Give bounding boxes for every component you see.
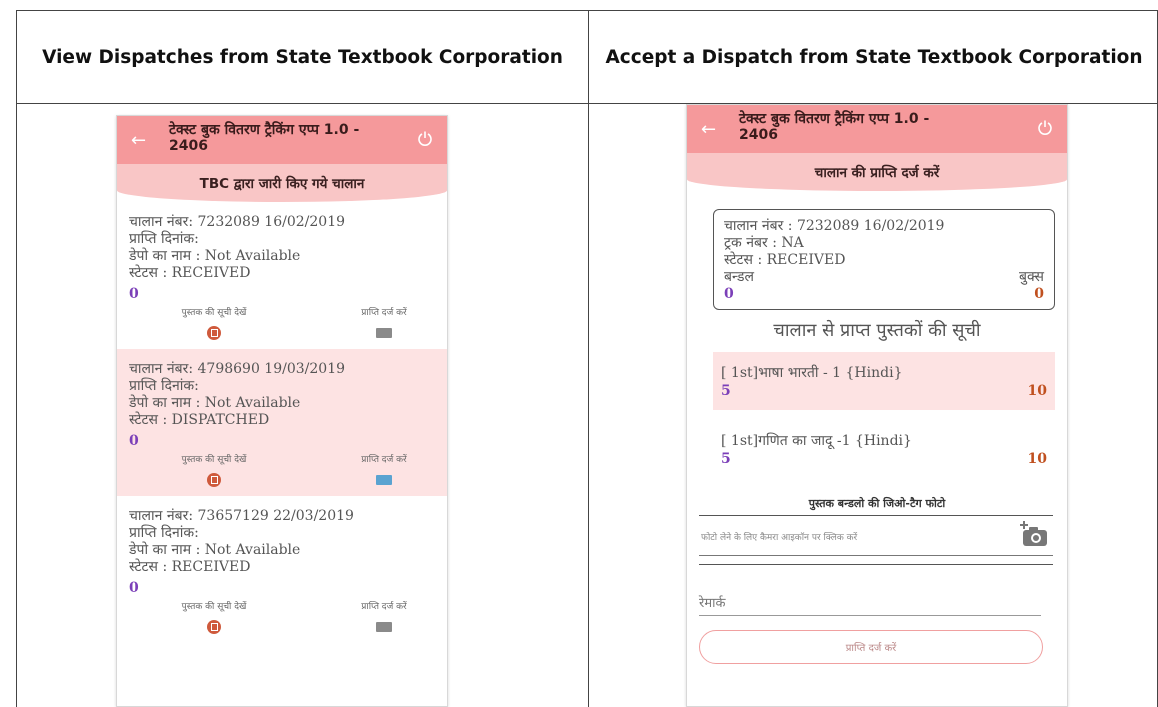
challan-number: चालान नंबर: 7232089 16/02/2019 (129, 214, 346, 230)
record-receipt-button[interactable]: प्राप्ति दर्ज करें (339, 599, 429, 639)
right-column-header: Accept a Dispatch from State Textbook Co… (605, 46, 1143, 68)
depot-name: डेपो का नाम : Not Available (129, 395, 301, 411)
challan-summary: चालान नंबर : 7232089 16/02/2019 ट्रक नंब… (713, 209, 1055, 310)
count: 0 (129, 433, 139, 449)
power-icon[interactable] (417, 130, 433, 146)
back-arrow-icon[interactable]: ← (131, 130, 146, 151)
book-bundle-count: 5 (721, 383, 731, 399)
receipt-date: प्राप्ति दिनांक: (129, 525, 199, 541)
count: 0 (129, 580, 139, 596)
view-list-icon (207, 473, 221, 487)
screen-subtitle: चालान की प्राप्ति दर्ज करें (687, 153, 1067, 191)
app-title: टेक्स्ट बुक वितरण ट्रैकिंग एप्प 1.0 - 24… (739, 111, 930, 143)
truck-icon (376, 328, 392, 338)
challan-number: चालान नंबर: 73657129 22/03/2019 (129, 508, 354, 524)
dispatch-list-screen: ← टेक्स्ट बुक वितरण ट्रैकिंग एप्प 1.0 - … (116, 115, 448, 707)
photo-hint: फोटो लेने के लिए कैमरा आइकॉन पर क्लिक कर… (701, 533, 858, 543)
challan-card: चालान नंबर: 7232089 16/02/2019 प्राप्ति … (117, 202, 447, 349)
photo-row: फोटो लेने के लिए कैमरा आइकॉन पर क्लिक कर… (699, 516, 1053, 556)
bundle-label: बन्डल (724, 269, 754, 285)
status: स्टेटस : RECEIVED (724, 252, 846, 268)
challan-number: चालान नंबर: 4798690 19/03/2019 (129, 361, 346, 377)
geo-photo-title: पुस्तक बन्डलो की जिओ-टैग फोटो (808, 497, 946, 510)
record-receipt-label: प्राप्ति दर्ज करें (361, 455, 407, 465)
book-list-title: चालान से प्राप्त पुस्तकों की सूची (773, 320, 981, 341)
book-name: [ 1st]गणित का जादू -1 {Hindi} (721, 433, 912, 449)
record-receipt-label: प्राप्ति दर्ज करें (361, 308, 407, 318)
count: 0 (129, 286, 139, 302)
books-count: 0 (1034, 286, 1044, 302)
column-divider (588, 11, 589, 707)
accept-dispatch-screen: ← टेक्स्ट बुक वितरण ट्रैकिंग एप्प 1.0 - … (686, 104, 1068, 707)
truck-icon (376, 475, 392, 485)
view-books-button[interactable]: पुस्तक की सूची देखें (169, 305, 259, 347)
books-label: बुक्स (1018, 269, 1044, 285)
truck-icon (376, 622, 392, 632)
book-quantity: 10 (1027, 451, 1047, 467)
status: स्टेटस : RECEIVED (129, 559, 251, 575)
divider (699, 564, 1053, 565)
depot-name: डेपो का नाम : Not Available (129, 248, 301, 264)
status: स्टेटस : RECEIVED (129, 265, 251, 281)
bundle-count: 0 (724, 286, 734, 302)
book-quantity: 10 (1027, 383, 1047, 399)
record-receipt-submit-button[interactable]: प्राप्ति दर्ज करें (699, 630, 1043, 664)
view-books-label: पुस्तक की सूची देखें (181, 602, 247, 612)
view-books-button[interactable]: पुस्तक की सूची देखें (169, 599, 259, 641)
record-receipt-button[interactable]: प्राप्ति दर्ज करें (339, 452, 429, 492)
depot-name: डेपो का नाम : Not Available (129, 542, 301, 558)
receipt-date: प्राप्ति दिनांक: (129, 378, 199, 394)
app-bar: ← टेक्स्ट बुक वितरण ट्रैकिंग एप्प 1.0 - … (117, 116, 447, 164)
book-item[interactable]: [ 1st]गणित का जादू -1 {Hindi} 5 10 (713, 420, 1055, 478)
status: स्टेटस : DISPATCHED (129, 412, 270, 428)
view-list-icon (207, 620, 221, 634)
left-column-header: View Dispatches from State Textbook Corp… (42, 46, 563, 68)
record-receipt-label: प्राप्ति दर्ज करें (361, 602, 407, 612)
book-name: [ 1st]भाषा भारती - 1 {Hindi} (721, 365, 903, 381)
challan-card: चालान नंबर: 4798690 19/03/2019 प्राप्ति … (117, 349, 447, 496)
challan-number: चालान नंबर : 7232089 16/02/2019 (724, 218, 945, 234)
view-list-icon (207, 326, 221, 340)
back-arrow-icon[interactable]: ← (701, 119, 716, 140)
app-title: टेक्स्ट बुक वितरण ट्रैकिंग एप्प 1.0 - 24… (169, 122, 360, 154)
remark-input[interactable]: रेमार्क (699, 593, 1041, 616)
truck-number: ट्रक नंबर : NA (724, 235, 804, 251)
view-books-label: पुस्तक की सूची देखें (181, 455, 247, 465)
app-bar: ← टेक्स्ट बुक वितरण ट्रैकिंग एप्प 1.0 - … (687, 105, 1067, 153)
view-books-label: पुस्तक की सूची देखें (181, 308, 247, 318)
challan-card: चालान नंबर: 73657129 22/03/2019 प्राप्ति… (117, 496, 447, 643)
view-books-button[interactable]: पुस्तक की सूची देखें (169, 452, 259, 494)
receipt-date: प्राप्ति दिनांक: (129, 231, 199, 247)
book-item[interactable]: [ 1st]भाषा भारती - 1 {Hindi} 5 10 (713, 352, 1055, 410)
add-photo-camera-icon[interactable] (1019, 520, 1049, 548)
power-icon[interactable] (1037, 119, 1053, 135)
book-bundle-count: 5 (721, 451, 731, 467)
record-receipt-button[interactable]: प्राप्ति दर्ज करें (339, 305, 429, 345)
screen-subtitle: TBC द्वारा जारी किए गये चालान (117, 164, 447, 202)
